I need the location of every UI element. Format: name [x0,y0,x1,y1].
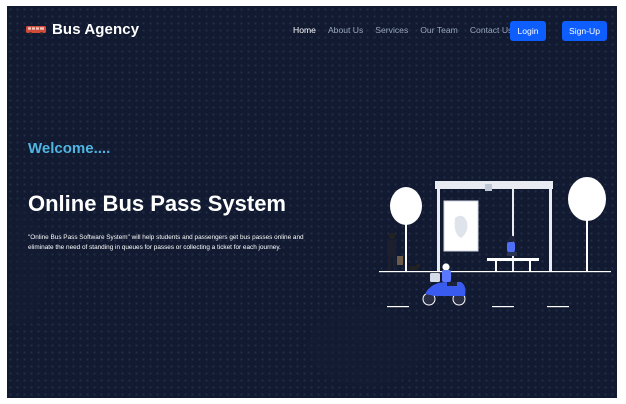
navbar: Bus Agency Home About Us Services Our Te… [7,6,617,54]
nav-link-about-us[interactable]: About Us [328,25,363,35]
tree-right-icon [568,177,606,271]
map-shade [307,306,427,386]
brand[interactable]: Bus Agency [26,21,139,38]
scooter-rider-icon [422,263,466,306]
page-frame: Bus Agency Home About Us Services Our Te… [7,6,617,398]
hero-title: Online Bus Pass System [28,191,286,216]
login-button[interactable]: Login [510,21,546,41]
bus-logo-icon [26,25,46,35]
brand-name: Bus Agency [52,21,140,38]
welcome-heading: Welcome.... [28,140,111,157]
nav-link-services[interactable]: Services [375,25,408,35]
signup-button[interactable]: Sign-Up [562,21,607,41]
nav-link-contact-us[interactable]: Contact Us [470,25,513,35]
bus-stop-illustration [379,177,611,308]
hero-description: "Online Bus Pass Software System" will h… [28,234,304,251]
nav-link-our-team[interactable]: Our Team [420,25,458,35]
nav-links: Home About Us Services Our Team Contact … [293,25,524,35]
nav-link-home[interactable]: Home [293,25,316,35]
